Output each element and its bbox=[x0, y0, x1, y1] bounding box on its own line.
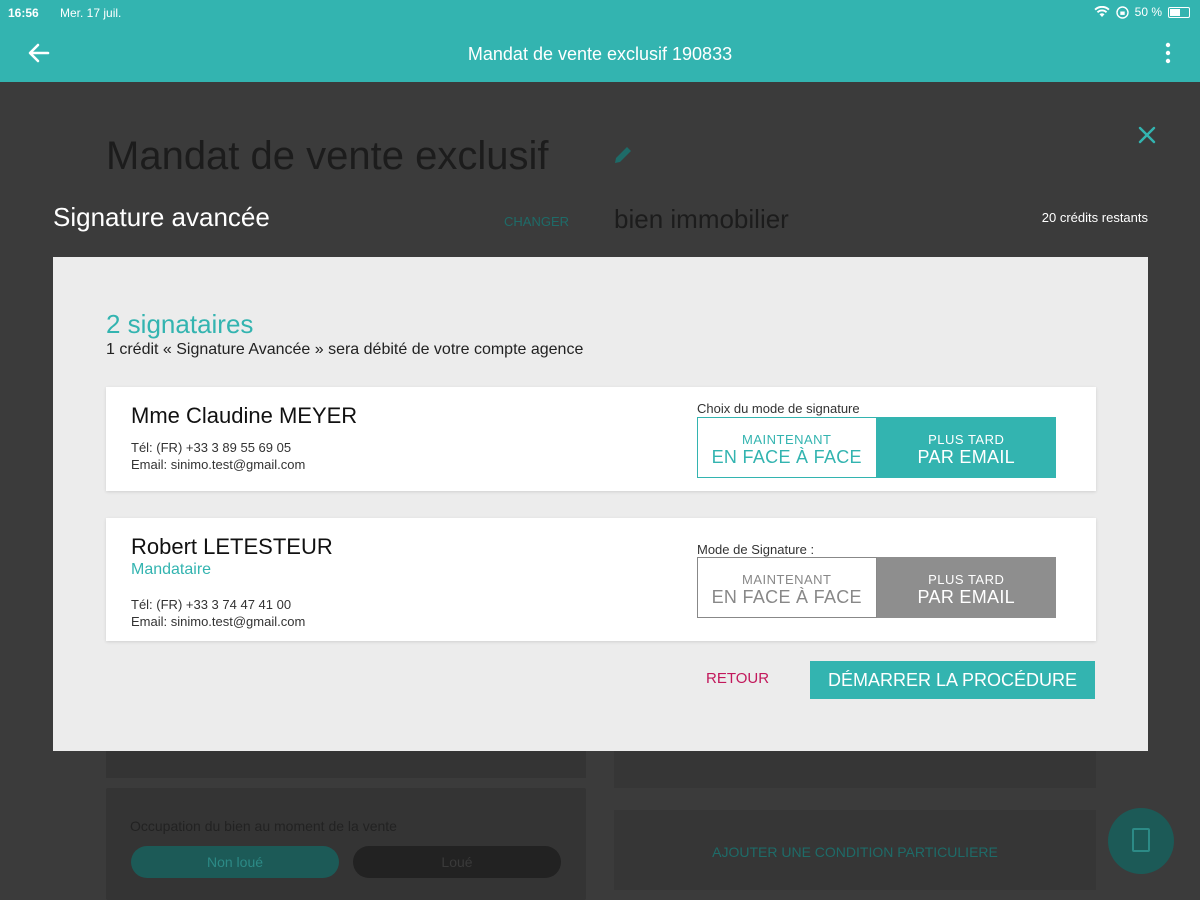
signer-contact: Tél: (FR) +33 3 74 47 41 00 Email: sinim… bbox=[131, 596, 305, 630]
battery-icon bbox=[1168, 6, 1190, 18]
signer-name: Mme Claudine MEYER bbox=[131, 403, 358, 428]
rotation-lock-icon bbox=[1115, 5, 1129, 19]
mode-option-caption: PLUS TARD bbox=[928, 432, 1005, 447]
edit-icon bbox=[615, 147, 631, 163]
section-title: bien immobilier bbox=[614, 204, 789, 234]
signer-card: Robert LETESTEUR Mandataire Tél: (FR) +3… bbox=[106, 518, 1096, 641]
occupation-card bbox=[106, 788, 586, 900]
status-bar: 16:56 Mer. 17 juil. 50 % bbox=[0, 0, 1200, 26]
mode-option-caption: MAINTENANT bbox=[742, 572, 832, 587]
mode-option-caption: PLUS TARD bbox=[928, 572, 1005, 587]
back-button[interactable]: RETOUR bbox=[706, 670, 769, 687]
signer-name: Robert LETESTEUR bbox=[131, 534, 333, 559]
signer-email: Email: sinimo.test@gmail.com bbox=[131, 614, 306, 629]
signer-contact: Tél: (FR) +33 3 89 55 69 05 Email: sinim… bbox=[131, 439, 305, 473]
signer-role: Mandataire bbox=[131, 561, 212, 578]
status-indicators: 50 % bbox=[1094, 5, 1190, 19]
occupation-label: Occupation du bien au moment de la vente bbox=[130, 818, 397, 834]
mode-face-to-face-button[interactable]: MAINTENANT EN FACE À FACE bbox=[697, 417, 877, 478]
close-icon[interactable] bbox=[1136, 124, 1158, 146]
mode-face-to-face-button: MAINTENANT EN FACE À FACE bbox=[697, 557, 877, 618]
app-bar-title: Mandat de vente exclusif 190833 bbox=[467, 44, 733, 64]
mode-option-label: EN FACE À FACE bbox=[711, 587, 862, 607]
occupation-option-loue: Loué bbox=[353, 846, 561, 878]
more-vert-icon[interactable] bbox=[1164, 42, 1172, 64]
mode-option-caption: MAINTENANT bbox=[742, 432, 832, 447]
occupation-option-non-loue: Non loué bbox=[131, 846, 339, 878]
page-title: Mandat de vente exclusif bbox=[106, 134, 549, 178]
debit-note: 1 crédit « Signature Avancée » sera débi… bbox=[106, 341, 584, 358]
document-fab bbox=[1108, 808, 1174, 874]
status-date: Mer. 17 juil. bbox=[60, 6, 122, 20]
dialog-heading: Signature avancée bbox=[53, 202, 270, 232]
status-time: 16:56 bbox=[8, 6, 39, 20]
mode-option-label: PAR EMAIL bbox=[917, 447, 1015, 467]
changer-link: CHANGER bbox=[504, 214, 570, 229]
mode-option-label: PAR EMAIL bbox=[917, 587, 1015, 607]
signature-dialog: 2 signataires 1 crédit « Signature Avanc… bbox=[53, 257, 1148, 751]
battery-percent: 50 % bbox=[1134, 5, 1162, 19]
credits-remaining: 20 crédits restants bbox=[1041, 210, 1148, 225]
add-condition-link: AJOUTER UNE CONDITION PARTICULIERE bbox=[712, 844, 998, 860]
wifi-icon bbox=[1094, 6, 1110, 17]
mode-email-button[interactable]: PLUS TARD PAR EMAIL bbox=[876, 417, 1056, 478]
start-procedure-button[interactable]: DÉMARRER LA PROCÉDURE bbox=[810, 661, 1095, 699]
signer-card: Mme Claudine MEYER Tél: (FR) +33 3 89 55… bbox=[106, 387, 1096, 491]
mode-option-label: EN FACE À FACE bbox=[711, 447, 862, 467]
signer-phone: Tél: (FR) +33 3 89 55 69 05 bbox=[131, 440, 292, 455]
document-icon bbox=[1132, 828, 1150, 852]
app-header: 16:56 Mer. 17 juil. 50 % Mandat de vente… bbox=[0, 0, 1200, 82]
signature-mode-label: Choix du mode de signature bbox=[697, 401, 860, 416]
signer-email: Email: sinimo.test@gmail.com bbox=[131, 457, 306, 472]
signer-count: 2 signataires bbox=[106, 309, 254, 339]
signature-mode-toggle: MAINTENANT EN FACE À FACE PLUS TARD PAR … bbox=[697, 417, 1056, 478]
signer-phone: Tél: (FR) +33 3 74 47 41 00 bbox=[131, 597, 292, 612]
signature-mode-toggle: MAINTENANT EN FACE À FACE PLUS TARD PAR … bbox=[697, 557, 1056, 618]
signature-mode-label: Mode de Signature : bbox=[697, 542, 815, 557]
mode-email-button: PLUS TARD PAR EMAIL bbox=[876, 557, 1056, 618]
